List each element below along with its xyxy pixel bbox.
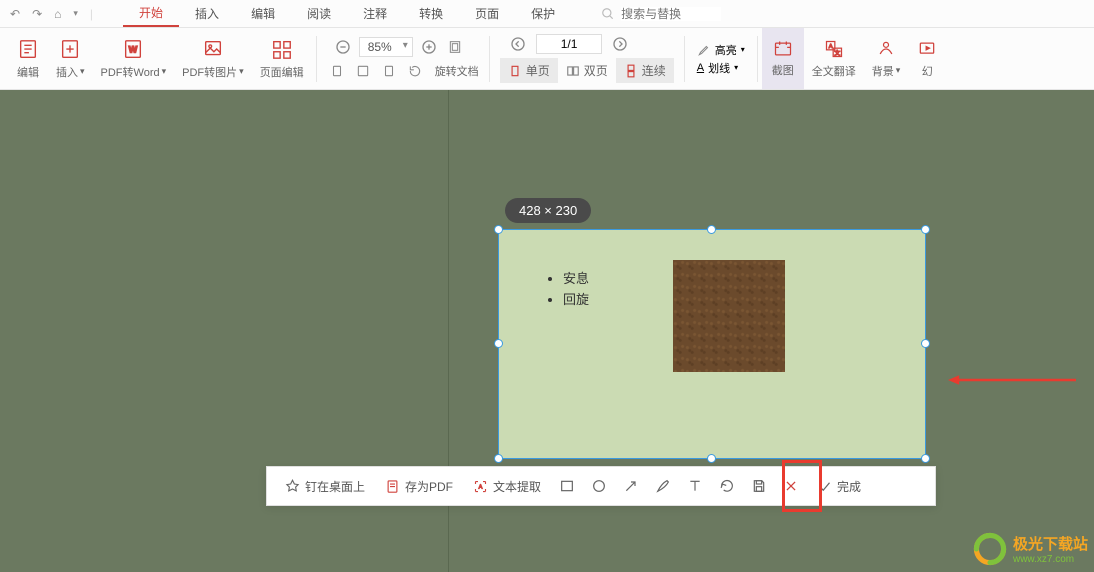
zoom-out-button[interactable] bbox=[333, 37, 353, 57]
svg-text:W: W bbox=[129, 44, 138, 54]
watermark-logo-icon bbox=[973, 532, 1007, 566]
rotate-left-button[interactable] bbox=[405, 61, 425, 81]
zoom-in-button[interactable] bbox=[419, 37, 439, 57]
highlight-icon bbox=[697, 43, 711, 57]
ribbon: 编辑 插入 ▾ W PDF转Word ▾ PDF转图片 ▾ 页面编辑 85% 旋… bbox=[0, 28, 1094, 90]
hand-tool-button[interactable] bbox=[327, 61, 347, 81]
selection-dimensions-badge: 428 × 230 bbox=[505, 198, 591, 223]
chevron-down-icon: ▾ bbox=[162, 66, 167, 77]
screenshot-icon bbox=[772, 39, 794, 59]
single-page-icon bbox=[508, 64, 522, 78]
home-icon[interactable]: ⌂ bbox=[54, 7, 61, 21]
slideshow-button[interactable]: 幻 bbox=[908, 28, 938, 89]
prev-page-button[interactable] bbox=[508, 34, 528, 54]
list-item: 安息 bbox=[563, 268, 589, 287]
list-item: 回旋 bbox=[563, 289, 589, 308]
search-icon bbox=[601, 7, 615, 21]
screenshot-toolbar: 钉在桌面上 存为PDF A 文本提取 完成 bbox=[266, 466, 936, 506]
insert-button[interactable]: 插入 ▾ bbox=[48, 28, 93, 89]
image-icon bbox=[201, 38, 225, 60]
tab-page[interactable]: 页面 bbox=[459, 0, 515, 27]
select-tool-button[interactable] bbox=[353, 61, 373, 81]
dropdown-icon[interactable]: ▾ bbox=[73, 8, 78, 19]
document-canvas[interactable]: 428 × 230 安息 回旋 钉在桌面上 存为PDF A 文本提取 bbox=[0, 90, 1094, 572]
tab-edit[interactable]: 编辑 bbox=[235, 0, 291, 27]
undo-icon[interactable]: ↶ bbox=[10, 7, 20, 21]
tab-start[interactable]: 开始 bbox=[123, 0, 179, 27]
word-icon: W bbox=[121, 38, 145, 60]
leather-texture-image bbox=[673, 260, 785, 372]
page-edit-icon bbox=[270, 38, 294, 60]
rotate-doc-label[interactable]: 旋转文档 bbox=[435, 63, 479, 79]
continuous-icon bbox=[624, 64, 638, 78]
rectangle-tool-button[interactable] bbox=[553, 467, 581, 505]
brush-tool-button[interactable] bbox=[649, 467, 677, 505]
svg-text:文: 文 bbox=[834, 48, 840, 56]
search-input[interactable] bbox=[621, 7, 721, 21]
title-bar: ↶ ↷ ⌂ ▾ | 开始 插入 编辑 阅读 注释 转换 页面 保护 bbox=[0, 0, 1094, 28]
annotation-arrow bbox=[932, 372, 1092, 388]
quick-access-toolbar: ↶ ↷ ⌂ ▾ | bbox=[0, 7, 103, 21]
watermark-name: 极光下载站 bbox=[1013, 533, 1088, 554]
translate-button[interactable]: A文 全文翻译 bbox=[804, 28, 864, 89]
svg-text:A: A bbox=[479, 484, 483, 490]
chevron-down-icon: ▾ bbox=[896, 65, 901, 76]
check-icon bbox=[817, 479, 832, 494]
view-double-button[interactable]: 双页 bbox=[558, 58, 616, 83]
next-page-button[interactable] bbox=[610, 34, 630, 54]
ribbon-tabs: 开始 插入 编辑 阅读 注释 转换 页面 保护 bbox=[123, 0, 571, 27]
edit-button[interactable]: 编辑 bbox=[8, 28, 48, 89]
slideshow-icon bbox=[916, 39, 938, 59]
fit-page-button[interactable] bbox=[445, 37, 465, 57]
view-continuous-button[interactable]: 连续 bbox=[616, 58, 674, 83]
ellipse-tool-button[interactable] bbox=[585, 467, 613, 505]
page-number-input[interactable]: 1/1 bbox=[536, 34, 603, 54]
bullet-list: 安息 回旋 bbox=[549, 268, 589, 310]
translate-icon: A文 bbox=[823, 39, 845, 59]
chevron-down-icon: ▾ bbox=[741, 45, 745, 54]
pdf-icon bbox=[385, 479, 400, 494]
strikethrough-icon: A bbox=[697, 62, 704, 74]
ocr-extract-button[interactable]: A 文本提取 bbox=[465, 467, 549, 505]
background-icon bbox=[875, 39, 897, 59]
chevron-down-icon: ▾ bbox=[80, 66, 85, 77]
chevron-down-icon: ▾ bbox=[239, 66, 244, 77]
zoom-select[interactable]: 85% bbox=[359, 37, 413, 57]
cancel-button[interactable] bbox=[777, 467, 805, 505]
screenshot-button[interactable]: 截图 bbox=[762, 28, 804, 89]
strikethrough-button[interactable]: A划线▾ bbox=[697, 60, 745, 76]
done-button[interactable]: 完成 bbox=[809, 467, 869, 505]
pdf-to-image-button[interactable]: PDF转图片 ▾ bbox=[174, 28, 252, 89]
double-page-icon bbox=[566, 64, 580, 78]
ocr-icon: A bbox=[473, 479, 488, 494]
background-button[interactable]: 背景 ▾ bbox=[864, 28, 909, 89]
page-edit-button[interactable]: 页面编辑 bbox=[252, 28, 312, 89]
arrow-tool-button[interactable] bbox=[617, 467, 645, 505]
zoom-tool-button[interactable] bbox=[379, 61, 399, 81]
watermark-url: www.xz7.com bbox=[1013, 554, 1088, 565]
highlight-button[interactable]: 高亮▾ bbox=[697, 42, 745, 58]
tab-insert[interactable]: 插入 bbox=[179, 0, 235, 27]
watermark: 极光下载站 www.xz7.com bbox=[973, 532, 1088, 566]
svg-text:A: A bbox=[828, 44, 832, 50]
search-box[interactable] bbox=[601, 7, 721, 21]
undo-button[interactable] bbox=[713, 467, 741, 505]
save-as-pdf-button[interactable]: 存为PDF bbox=[377, 467, 461, 505]
pdf-to-word-button[interactable]: W PDF转Word ▾ bbox=[93, 28, 175, 89]
edit-icon bbox=[16, 38, 40, 60]
tab-annotate[interactable]: 注释 bbox=[347, 0, 403, 27]
save-button[interactable] bbox=[745, 467, 773, 505]
text-tool-button[interactable] bbox=[681, 467, 709, 505]
view-single-button[interactable]: 单页 bbox=[500, 58, 558, 83]
redo-icon[interactable]: ↷ bbox=[32, 7, 42, 21]
screenshot-selection[interactable]: 428 × 230 安息 回旋 bbox=[498, 229, 926, 459]
insert-icon bbox=[58, 38, 82, 60]
tab-protect[interactable]: 保护 bbox=[515, 0, 571, 27]
selection-content: 安息 回旋 bbox=[499, 230, 925, 458]
tab-read[interactable]: 阅读 bbox=[291, 0, 347, 27]
pin-to-desktop-button[interactable]: 钉在桌面上 bbox=[277, 467, 373, 505]
pin-icon bbox=[285, 479, 300, 494]
chevron-down-icon: ▾ bbox=[734, 63, 738, 72]
tab-convert[interactable]: 转换 bbox=[403, 0, 459, 27]
